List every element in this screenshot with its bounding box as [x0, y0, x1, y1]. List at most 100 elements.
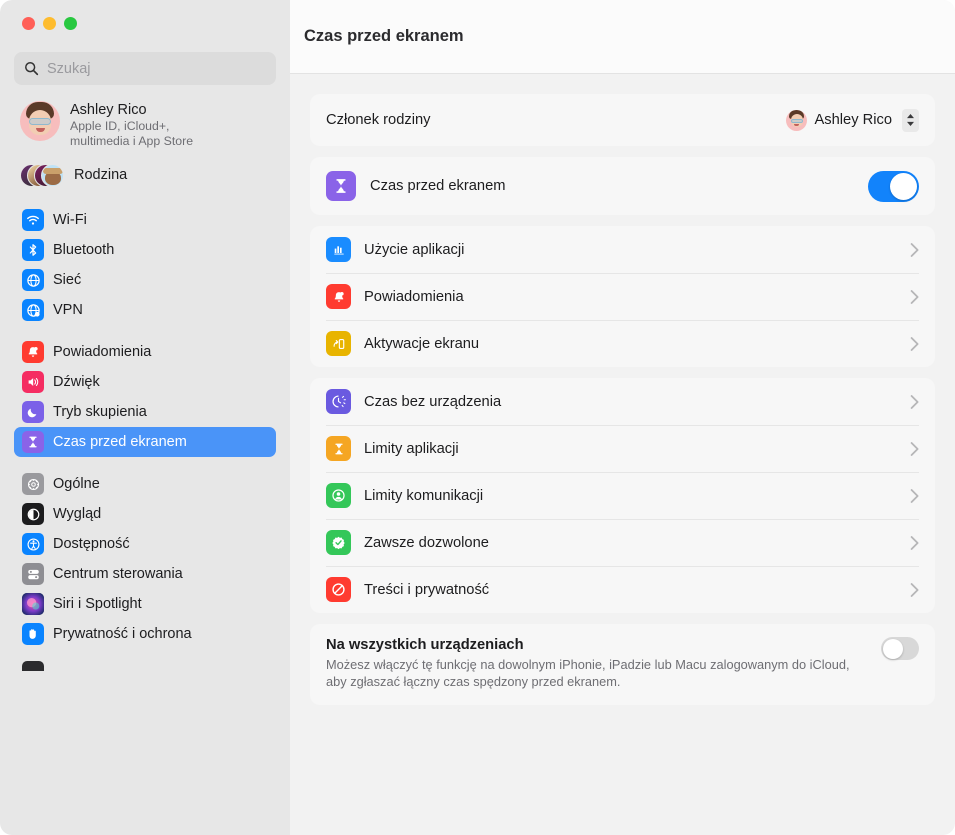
sidebar-item-network[interactable]: Sieć: [14, 265, 276, 295]
search-icon: [25, 62, 39, 76]
sidebar-item-label: Czas przed ekranem: [53, 434, 187, 450]
chevron-right-icon: [910, 535, 919, 550]
check-badge-icon: [326, 530, 351, 555]
row-always-allowed[interactable]: Zawsze dozwolone: [310, 519, 935, 566]
row-label: Limity komunikacji: [364, 487, 484, 504]
family-member-label: Członek rodziny: [326, 112, 431, 128]
all-devices-title: Na wszystkich urządzeniach: [326, 637, 524, 653]
row-downtime[interactable]: Czas bez urządzenia: [310, 378, 935, 425]
sidebar-item-label: Powiadomienia: [53, 344, 152, 360]
sidebar-item-vpn[interactable]: VPN: [14, 295, 276, 325]
bell-icon: [326, 284, 351, 309]
account-subtitle-line1: Apple ID, iCloud+,: [70, 119, 170, 133]
prohibit-icon: [326, 577, 351, 602]
sidebar-item-control-center[interactable]: Centrum sterowania: [14, 559, 276, 589]
family-member-row[interactable]: Członek rodziny Ashley Rico: [310, 94, 935, 146]
sidebar-item-general[interactable]: Ogólne: [14, 469, 276, 499]
family-member-card: Członek rodziny Ashley Rico: [310, 94, 935, 146]
sidebar-group-network: Wi-Fi Bluetooth Sieć VPN: [14, 205, 276, 325]
sidebar-item-label: Dostępność: [53, 536, 130, 552]
search-input[interactable]: [47, 60, 266, 77]
accessibility-icon: [22, 533, 44, 555]
chevron-right-icon: [910, 488, 919, 503]
avatar: [20, 101, 60, 141]
sidebar-item-wifi[interactable]: Wi-Fi: [14, 205, 276, 235]
bell-icon: [22, 341, 44, 363]
main-header: Czas przed ekranem: [290, 0, 955, 74]
search-container: [0, 46, 290, 85]
family-label: Rodzina: [74, 167, 128, 183]
sidebar-item-focus[interactable]: Tryb skupienia: [14, 397, 276, 427]
globe-icon: [22, 269, 44, 291]
row-app-limits[interactable]: Limity aplikacji: [310, 425, 935, 472]
downtime-icon: [326, 389, 351, 414]
all-devices-row[interactable]: Na wszystkich urządzeniach Możesz włączy…: [310, 624, 935, 705]
screen-time-card: Czas przed ekranem: [310, 157, 935, 215]
sidebar-item-label: Wi-Fi: [53, 212, 87, 228]
sidebar-nav: Wi-Fi Bluetooth Sieć VPN Powiadomienia D…: [0, 195, 290, 649]
maximize-button[interactable]: [64, 17, 77, 30]
chevron-right-icon: [910, 582, 919, 597]
siri-icon: [22, 593, 44, 615]
window-controls: [0, 0, 290, 46]
wifi-icon: [22, 209, 44, 231]
all-devices-toggle[interactable]: [881, 637, 919, 660]
row-pickups[interactable]: Aktywacje ekranu: [310, 320, 935, 367]
person-circle-icon: [326, 483, 351, 508]
chevron-right-icon: [910, 394, 919, 409]
minimize-button[interactable]: [43, 17, 56, 30]
row-label: Limity aplikacji: [364, 440, 459, 457]
screen-time-row[interactable]: Czas przed ekranem: [310, 157, 935, 215]
family-member-value[interactable]: Ashley Rico: [786, 108, 919, 132]
sidebar-item-label: Siri i Spotlight: [53, 596, 142, 612]
all-devices-card: Na wszystkich urządzeniach Możesz włączy…: [310, 624, 935, 705]
row-content-privacy[interactable]: Treści i prywatność: [310, 566, 935, 613]
row-app-usage[interactable]: Użycie aplikacji: [310, 226, 935, 273]
hand-icon: [22, 623, 44, 645]
chevron-right-icon: [910, 336, 919, 351]
search-field[interactable]: [14, 52, 276, 85]
limits-card: Czas bez urządzenia Limity aplikacji Lim…: [310, 378, 935, 613]
account-block: Ashley Rico Apple ID, iCloud+, multimedi…: [0, 85, 290, 151]
sidebar-item-appearance[interactable]: Wygląd: [14, 499, 276, 529]
sidebar-item-family[interactable]: Rodzina: [14, 155, 276, 195]
moon-icon: [22, 401, 44, 423]
appearance-icon: [22, 503, 44, 525]
sidebar-item-sound[interactable]: Dźwięk: [14, 367, 276, 397]
bar-chart-icon: [326, 237, 351, 262]
usage-card: Użycie aplikacji Powiadomienia Aktywacje…: [310, 226, 935, 367]
chevron-right-icon: [910, 242, 919, 257]
family-member-name: Ashley Rico: [814, 112, 892, 128]
sidebar-item-partial[interactable]: [0, 661, 290, 671]
hourglass-icon: [326, 171, 356, 201]
screen-time-label: Czas przed ekranem: [370, 178, 506, 194]
close-button[interactable]: [22, 17, 35, 30]
sidebar-item-siri-spotlight[interactable]: Siri i Spotlight: [14, 589, 276, 619]
all-devices-description: Możesz włączyć tę funkcję na dowolnym iP…: [326, 657, 850, 689]
apple-id-row[interactable]: Ashley Rico Apple ID, iCloud+, multimedi…: [14, 98, 276, 151]
sidebar-item-notifications[interactable]: Powiadomienia: [14, 337, 276, 367]
row-label: Aktywacje ekranu: [364, 335, 480, 352]
sidebar-item-label: Sieć: [53, 272, 82, 288]
vpn-globe-icon: [22, 299, 44, 321]
sidebar-item-label: VPN: [53, 302, 83, 318]
sidebar-item-label: Ogólne: [53, 476, 100, 492]
desktop-dock-icon: [22, 661, 44, 671]
sidebar-item-bluetooth[interactable]: Bluetooth: [14, 235, 276, 265]
account-name: Ashley Rico: [70, 102, 147, 118]
hourglass-icon: [326, 436, 351, 461]
speaker-icon: [22, 371, 44, 393]
screen-time-toggle[interactable]: [868, 170, 919, 202]
row-notifications[interactable]: Powiadomienia: [310, 273, 935, 320]
sidebar-item-privacy-security[interactable]: Prywatność i ochrona: [14, 619, 276, 649]
row-communication-limits[interactable]: Limity komunikacji: [310, 472, 935, 519]
sidebar-item-label: Prywatność i ochrona: [53, 626, 192, 642]
chevron-updown-icon[interactable]: [902, 108, 919, 132]
sidebar-item-accessibility[interactable]: Dostępność: [14, 529, 276, 559]
row-label: Użycie aplikacji: [364, 241, 465, 258]
page-title: Czas przed ekranem: [304, 27, 464, 45]
sidebar-group-system: Powiadomienia Dźwięk Tryb skupienia Czas…: [14, 337, 276, 457]
sidebar-item-screen-time[interactable]: Czas przed ekranem: [14, 427, 276, 457]
row-label: Czas bez urządzenia: [364, 393, 502, 410]
row-label: Zawsze dozwolone: [364, 534, 489, 551]
